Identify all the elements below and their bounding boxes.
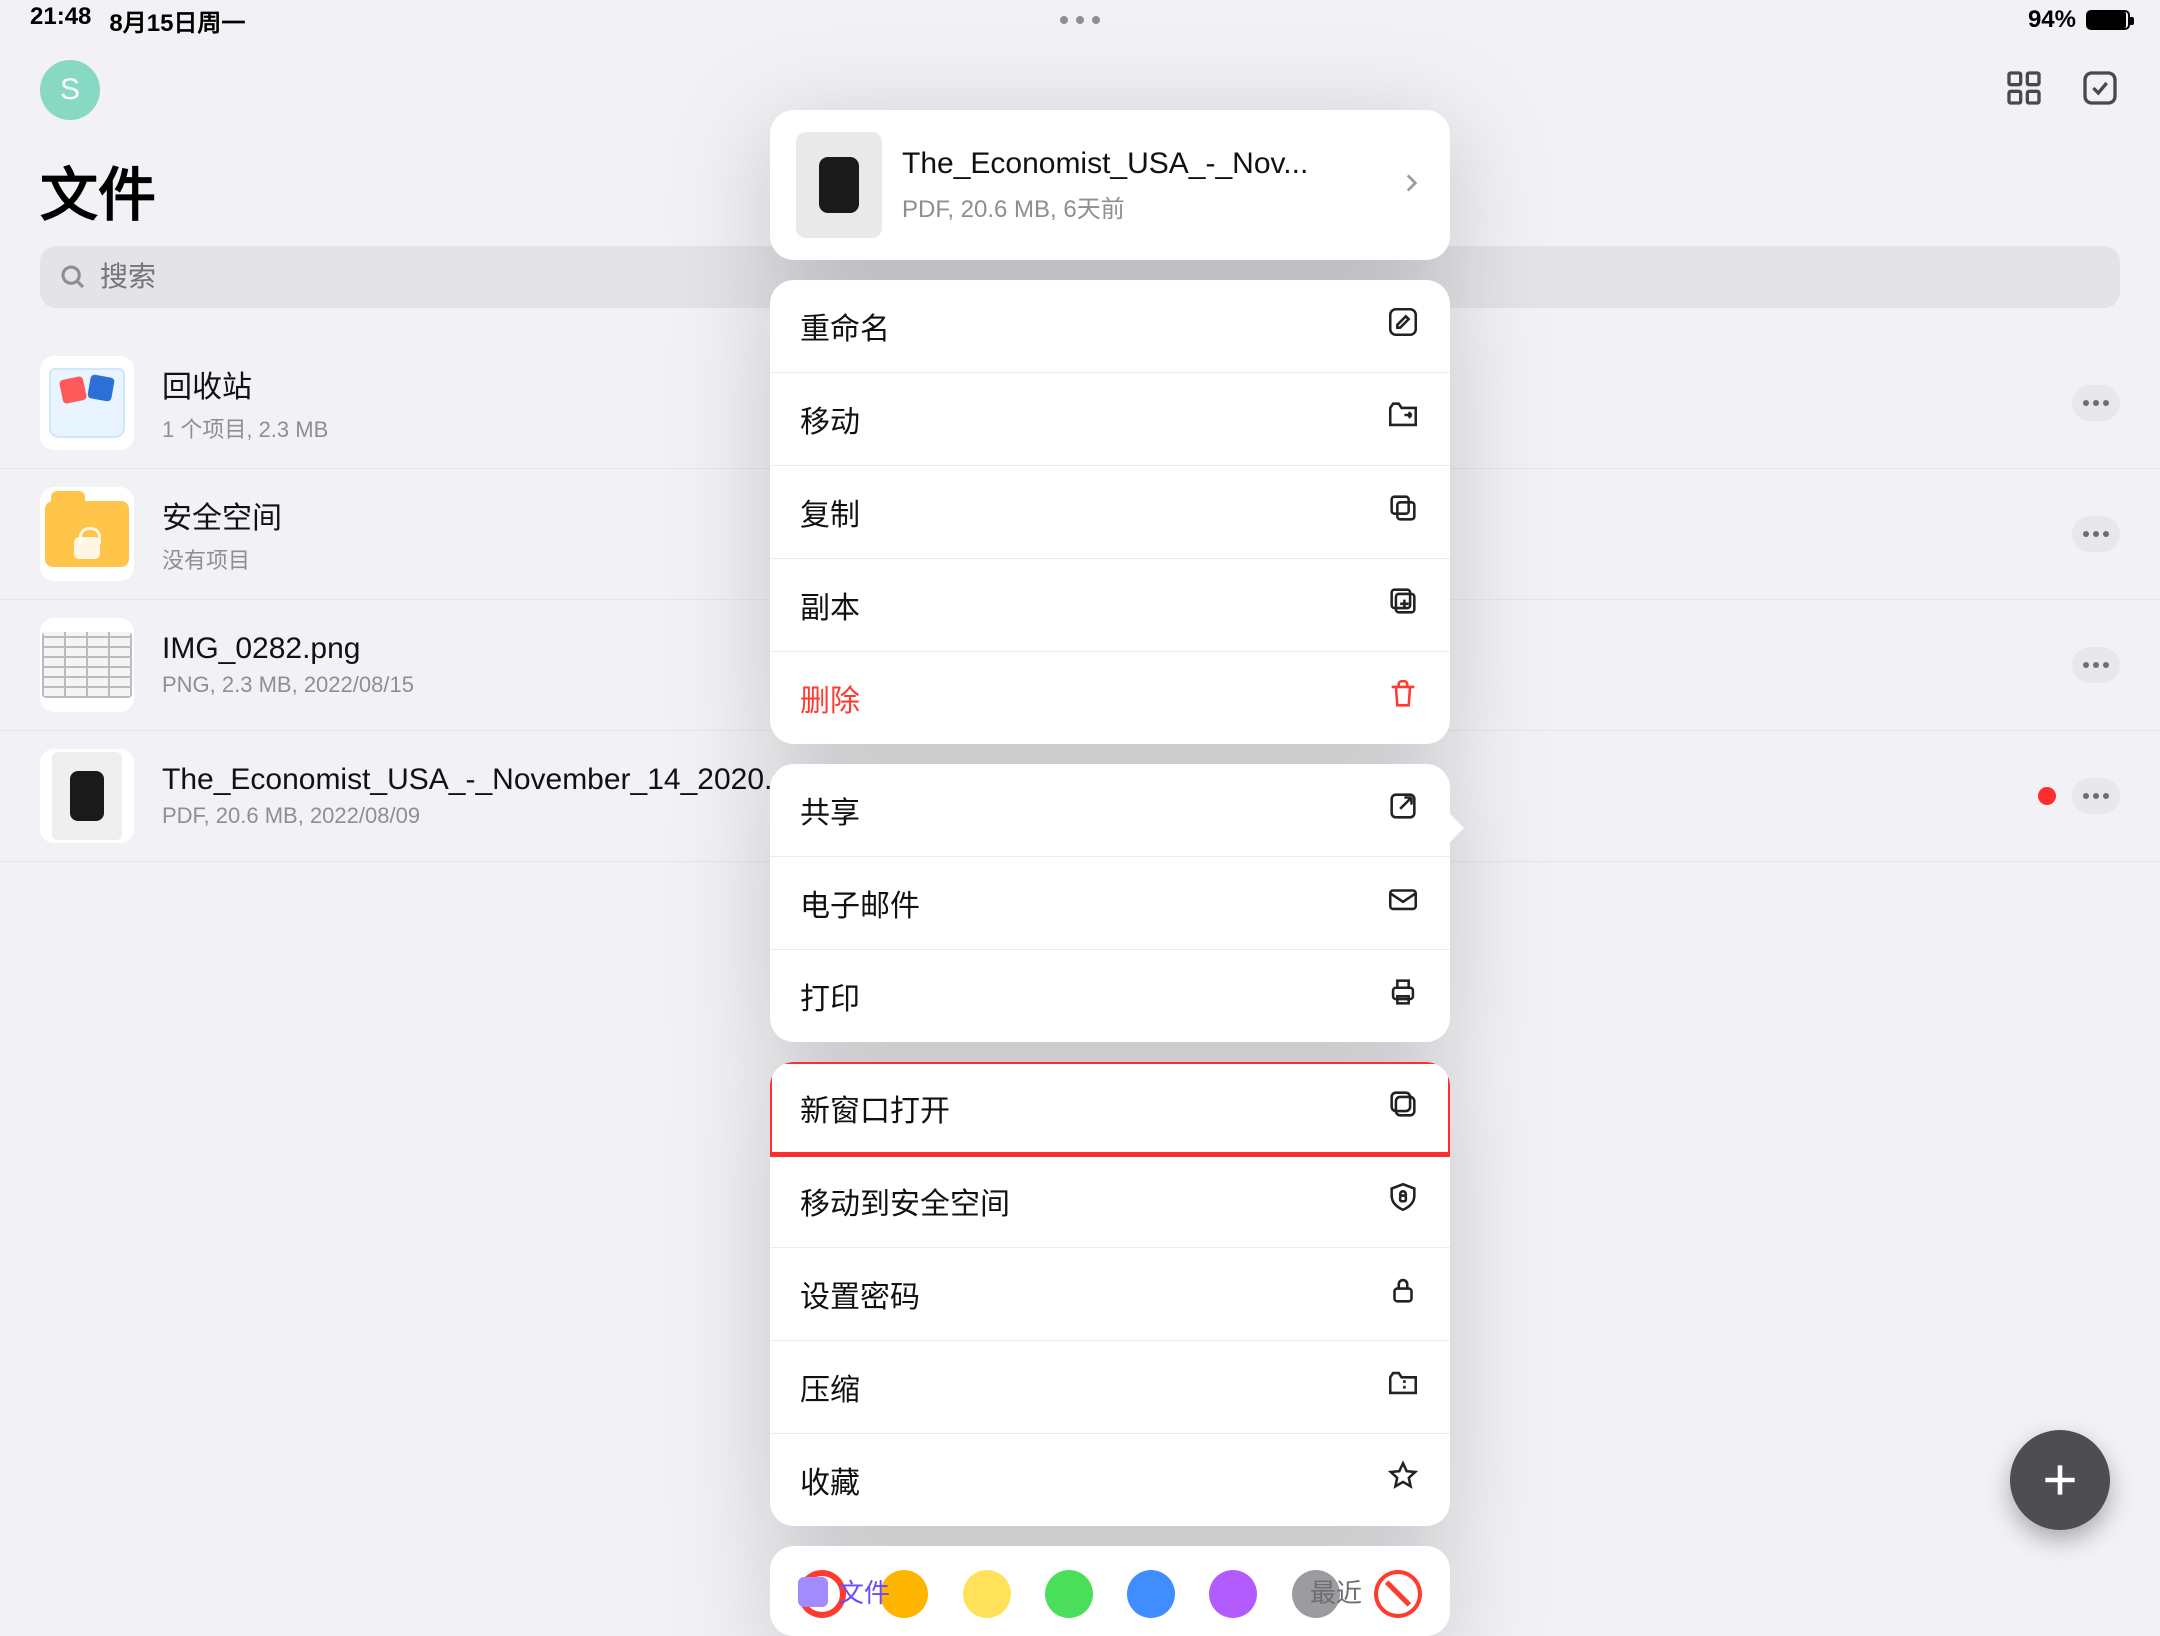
popup-group-2: 共享电子邮件打印 bbox=[770, 764, 1450, 1042]
menu-label: 副本 bbox=[800, 583, 860, 627]
menu-move[interactable]: 移动 bbox=[770, 372, 1450, 465]
menu-label: 移动 bbox=[800, 397, 860, 441]
mail-icon bbox=[1386, 882, 1420, 924]
popup-group-1: 重命名移动复制副本删除 bbox=[770, 280, 1450, 744]
lock-icon bbox=[1386, 1273, 1420, 1315]
popup-group-3: 新窗口打开移动到安全空间设置密码压缩收藏 bbox=[770, 1062, 1450, 1526]
select-mode-icon[interactable] bbox=[2080, 68, 2120, 113]
share-icon bbox=[1386, 789, 1420, 831]
menu-label: 电子邮件 bbox=[800, 881, 920, 925]
shield-icon bbox=[1386, 1180, 1420, 1222]
more-button[interactable] bbox=[2072, 647, 2120, 683]
more-button[interactable] bbox=[2072, 516, 2120, 552]
menu-copy[interactable]: 复制 bbox=[770, 465, 1450, 558]
more-button[interactable] bbox=[2072, 385, 2120, 421]
battery-icon bbox=[2086, 10, 2130, 30]
color-tag-none[interactable] bbox=[1374, 1570, 1422, 1618]
menu-set-password[interactable]: 设置密码 bbox=[770, 1247, 1450, 1340]
menu-print[interactable]: 打印 bbox=[770, 949, 1450, 1042]
star-icon bbox=[1386, 1459, 1420, 1501]
menu-move-secure[interactable]: 移动到安全空间 bbox=[770, 1154, 1450, 1247]
menu-label: 设置密码 bbox=[800, 1272, 920, 1316]
file-thumb bbox=[40, 749, 134, 843]
menu-favorite[interactable]: 收藏 bbox=[770, 1433, 1450, 1526]
menu-label: 压缩 bbox=[800, 1365, 860, 1409]
tab-recent[interactable]: 最近 bbox=[1310, 1573, 1362, 1610]
avatar-initial: S bbox=[60, 73, 80, 107]
bottom-tabs: 文件 最近 bbox=[798, 1573, 1362, 1610]
menu-delete[interactable]: 删除 bbox=[770, 651, 1450, 744]
copy-icon bbox=[1386, 491, 1420, 533]
tab-recent-label: 最近 bbox=[1310, 1573, 1362, 1610]
popup-header-card: The_Economist_USA_-_Nov... PDF, 20.6 MB,… bbox=[770, 110, 1450, 260]
menu-email[interactable]: 电子邮件 bbox=[770, 856, 1450, 949]
battery-fill bbox=[2088, 12, 2126, 28]
file-thumb bbox=[40, 618, 134, 712]
menu-label: 打印 bbox=[800, 974, 860, 1018]
menu-label: 复制 bbox=[800, 490, 860, 534]
plus-icon bbox=[2038, 1458, 2082, 1502]
menu-compress[interactable]: 压缩 bbox=[770, 1340, 1450, 1433]
print-icon bbox=[1386, 975, 1420, 1017]
move-icon bbox=[1386, 398, 1420, 440]
tab-files-label: 文件 bbox=[838, 1573, 890, 1610]
status-bar: 21:48 8月15日周一 94% bbox=[0, 0, 2160, 40]
add-fab[interactable] bbox=[2010, 1430, 2110, 1530]
file-thumb bbox=[40, 487, 134, 581]
chevron-right-icon bbox=[1398, 163, 1424, 208]
tag-dot-red bbox=[2038, 787, 2056, 805]
duplicate-icon bbox=[1386, 584, 1420, 626]
search-icon bbox=[58, 262, 88, 292]
menu-rename[interactable]: 重命名 bbox=[770, 280, 1450, 372]
status-date: 8月15日周一 bbox=[109, 3, 245, 38]
menu-label: 重命名 bbox=[800, 304, 890, 348]
menu-label: 收藏 bbox=[800, 1458, 860, 1502]
newwin-icon bbox=[1386, 1087, 1420, 1129]
view-grid-icon[interactable] bbox=[2004, 68, 2044, 113]
popup-file-thumb bbox=[796, 132, 882, 238]
rename-icon bbox=[1386, 305, 1420, 347]
status-time: 21:48 bbox=[30, 3, 91, 38]
multitask-dots[interactable] bbox=[1060, 16, 1100, 24]
battery-percent: 94% bbox=[2028, 6, 2076, 34]
context-menu: The_Economist_USA_-_Nov... PDF, 20.6 MB,… bbox=[770, 110, 1450, 1636]
top-header: S bbox=[0, 40, 2160, 120]
files-tab-icon bbox=[798, 1577, 828, 1607]
tab-files[interactable]: 文件 bbox=[798, 1573, 890, 1610]
menu-label: 移动到安全空间 bbox=[800, 1179, 1010, 1223]
popup-file-meta: PDF, 20.6 MB, 6天前 bbox=[902, 189, 1378, 224]
file-thumb bbox=[40, 356, 134, 450]
zip-icon bbox=[1386, 1366, 1420, 1408]
trash-icon bbox=[1386, 677, 1420, 719]
popup-file-name: The_Economist_USA_-_Nov... bbox=[902, 147, 1378, 181]
menu-open-new-window[interactable]: 新窗口打开 bbox=[770, 1062, 1450, 1154]
menu-label: 新窗口打开 bbox=[800, 1086, 950, 1130]
avatar[interactable]: S bbox=[40, 60, 100, 120]
popup-file-header[interactable]: The_Economist_USA_-_Nov... PDF, 20.6 MB,… bbox=[770, 110, 1450, 260]
menu-share[interactable]: 共享 bbox=[770, 764, 1450, 856]
menu-duplicate[interactable]: 副本 bbox=[770, 558, 1450, 651]
more-button[interactable] bbox=[2072, 778, 2120, 814]
menu-label: 删除 bbox=[800, 676, 860, 720]
popup-arrow bbox=[1446, 810, 1464, 846]
menu-label: 共享 bbox=[800, 788, 860, 832]
